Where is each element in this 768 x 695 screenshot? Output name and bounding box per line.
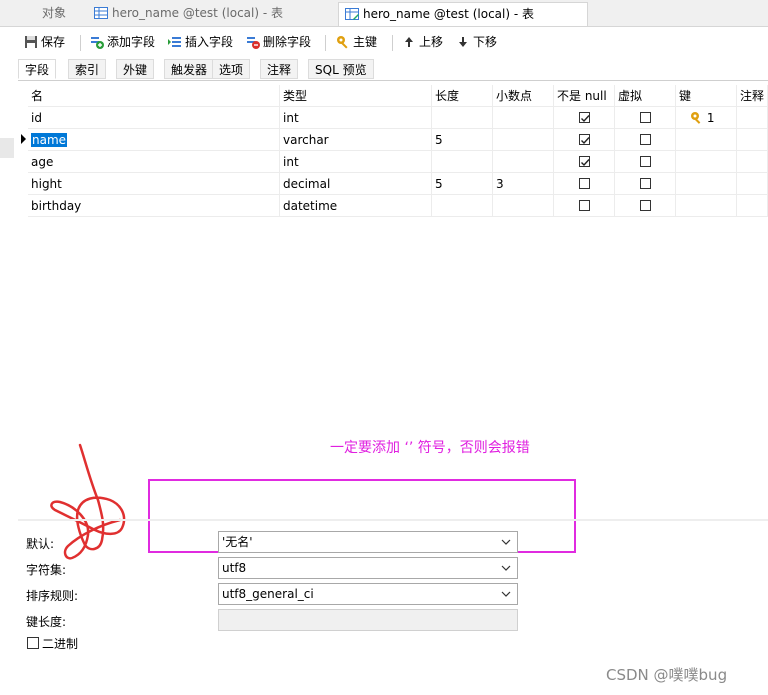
table-row-comment[interactable]: [737, 151, 768, 173]
table-row-comment[interactable]: [737, 195, 768, 217]
table-row-type[interactable]: int: [280, 151, 432, 173]
table-row-length[interactable]: [432, 195, 493, 217]
table-row-decimals[interactable]: [493, 151, 554, 173]
binary-checkbox[interactable]: [27, 637, 39, 649]
table-row-decimals[interactable]: [493, 195, 554, 217]
table-row-comment[interactable]: [737, 107, 768, 129]
key-order: 1: [706, 111, 715, 125]
table-row-decimals[interactable]: 3: [493, 173, 554, 195]
charset-select[interactable]: utf8: [218, 557, 518, 579]
hand-drawn-star-mark: [50, 443, 126, 560]
table-row-name[interactable]: name: [28, 129, 280, 151]
table-row-key[interactable]: [676, 151, 737, 173]
col-header-decimals[interactable]: 小数点: [493, 85, 554, 107]
table-row-type[interactable]: datetime: [280, 195, 432, 217]
table-row-type[interactable]: int: [280, 107, 432, 129]
col-header-comment[interactable]: 注释: [737, 85, 768, 107]
collation-label: 排序规则:: [26, 589, 79, 603]
virtual-checkbox[interactable]: [640, 178, 651, 189]
check-icon: [581, 137, 590, 145]
charset-value[interactable]: utf8: [222, 561, 246, 575]
default-value-combo[interactable]: '无名': [218, 531, 518, 553]
key-length-label: 键长度:: [26, 615, 67, 629]
charset-label: 字符集:: [26, 563, 67, 577]
virtual-checkbox[interactable]: [640, 200, 651, 211]
current-row-pointer-icon: [21, 134, 26, 144]
collation-value[interactable]: utf8_general_ci: [222, 587, 314, 601]
table-row-name[interactable]: birthday: [28, 195, 280, 217]
not-null-checkbox[interactable]: [579, 200, 590, 211]
primary-key-icon: [690, 109, 703, 124]
table-row-name[interactable]: hight: [28, 173, 280, 195]
table-row-key[interactable]: [676, 173, 737, 195]
chevron-down-icon[interactable]: [501, 589, 511, 599]
check-icon: [581, 159, 590, 167]
table-row-key[interactable]: [676, 195, 737, 217]
virtual-checkbox[interactable]: [640, 112, 651, 123]
table-row-decimals[interactable]: [493, 129, 554, 151]
col-header-name[interactable]: 名: [28, 85, 280, 107]
table-row-length[interactable]: 5: [432, 129, 493, 151]
panel-divider: [18, 519, 768, 521]
table-row-key-cell[interactable]: 1: [676, 107, 737, 129]
chevron-down-icon[interactable]: [501, 563, 511, 573]
table-row-decimals[interactable]: [493, 107, 554, 129]
table-row-key[interactable]: [676, 129, 737, 151]
table-row-comment[interactable]: [737, 129, 768, 151]
default-value[interactable]: '无名': [222, 535, 253, 549]
not-null-checkbox[interactable]: [579, 134, 590, 145]
not-null-checkbox[interactable]: [579, 156, 590, 167]
col-header-length[interactable]: 长度: [432, 85, 493, 107]
table-row-length[interactable]: [432, 151, 493, 173]
collation-select[interactable]: utf8_general_ci: [218, 583, 518, 605]
not-null-checkbox[interactable]: [579, 178, 590, 189]
table-row-length[interactable]: [432, 107, 493, 129]
binary-label: 二进制: [42, 637, 79, 651]
col-header-key[interactable]: 键: [676, 85, 737, 107]
table-row-comment[interactable]: [737, 173, 768, 195]
col-header-not-null[interactable]: 不是 null: [554, 85, 615, 107]
check-icon: [581, 115, 590, 123]
fields-grid: 名 类型 长度 小数点 不是 null 虚拟 键 注释 id int 1 nam…: [0, 0, 768, 230]
virtual-checkbox[interactable]: [640, 134, 651, 145]
default-label: 默认:: [26, 537, 55, 551]
watermark: CSDN @噗噗bug: [606, 666, 728, 684]
table-row-type[interactable]: varchar: [280, 129, 432, 151]
table-row-type[interactable]: decimal: [280, 173, 432, 195]
annotation-note: 一定要添加 ‘’ 符号，否则会报错: [330, 440, 530, 456]
not-null-checkbox[interactable]: [579, 112, 590, 123]
col-header-virtual[interactable]: 虚拟: [615, 85, 676, 107]
chevron-down-icon[interactable]: [501, 537, 511, 547]
col-header-type[interactable]: 类型: [280, 85, 432, 107]
table-row-name[interactable]: age: [28, 151, 280, 173]
virtual-checkbox[interactable]: [640, 156, 651, 167]
table-row-name[interactable]: id: [28, 107, 280, 129]
key-length-field: [218, 609, 518, 631]
table-row-length[interactable]: 5: [432, 173, 493, 195]
selected-name-text[interactable]: name: [31, 133, 68, 147]
